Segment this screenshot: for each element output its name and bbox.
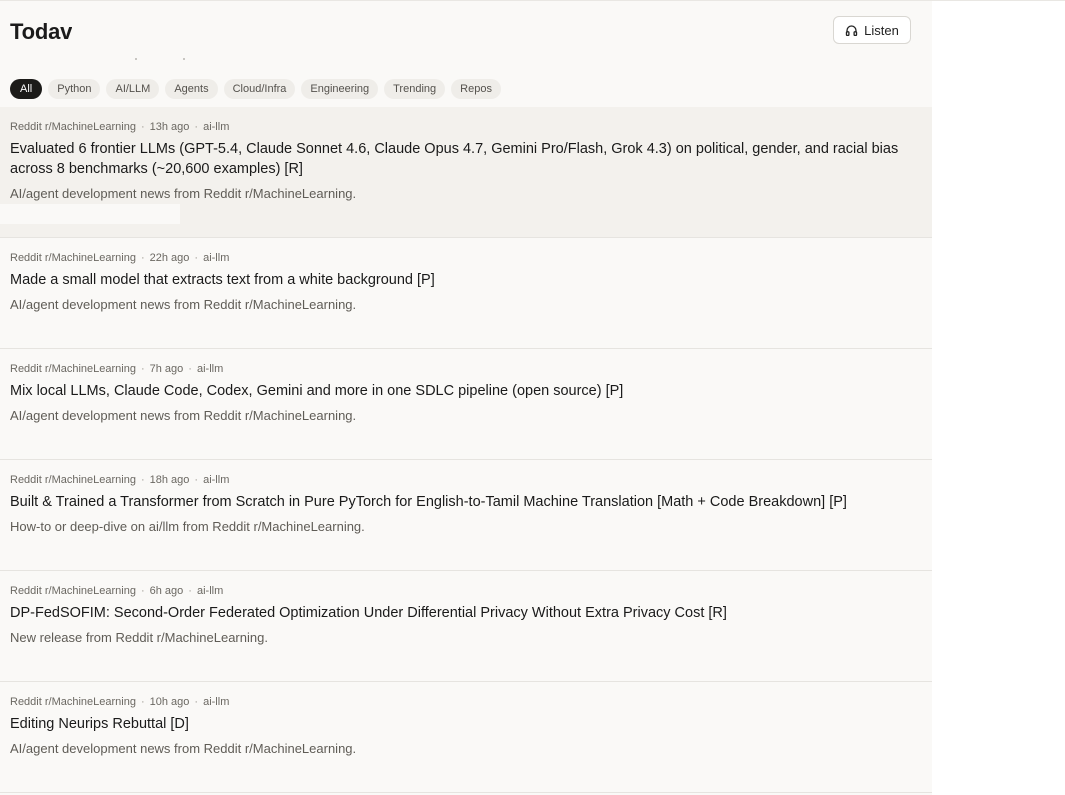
item-description: How-to or deep-dive on ai/llm from Reddi… [10, 519, 365, 534]
item-title[interactable]: Evaluated 6 frontier LLMs (GPT-5.4, Clau… [10, 139, 915, 179]
item-time: 18h ago [149, 474, 190, 486]
item-time: 10h ago [149, 696, 190, 708]
item-meta: Reddit r/MachineLearning · 10h ago · ai-llm [10, 696, 229, 708]
item-source: Reddit r/MachineLearning [10, 585, 136, 597]
filter-chip-cloud-infra[interactable]: Cloud/Infra [223, 79, 296, 99]
item-source: Reddit r/MachineLearning [10, 696, 136, 708]
item-time: 13h ago [149, 121, 190, 133]
feed-item[interactable]: Reddit r/MachineLearning · 6h ago · ai-llm DP… [0, 571, 932, 682]
headphones-icon [845, 24, 858, 37]
feed-item[interactable]: Reddit r/MachineLearning · 7h ago · ai-llm Mi… [0, 349, 932, 460]
item-description: AI/agent development news from Reddit r/… [10, 297, 357, 312]
item-description: AI/agent development news from Reddit r/… [10, 741, 357, 756]
item-title[interactable]: Mix local LLMs, Claude Code, Codex, Gemi… [10, 381, 915, 401]
filter-chips: All Python AI/LLM Agents Cloud/Infra Engineer… [10, 79, 501, 99]
item-tag: ai-llm [196, 363, 224, 375]
item-tag: ai-llm [203, 252, 230, 264]
item-meta: Reddit r/MachineLearning · 22h ago · ai-llm [10, 252, 229, 264]
item-meta: Reddit r/MachineLearning · 18h ago · ai-llm [10, 474, 229, 486]
meta-separator: · [188, 363, 192, 375]
page: Todav Listen All Python AI/LLM Agents Cloud/… [0, 0, 1065, 795]
item-source: Reddit r/MachineLearning [10, 474, 136, 486]
item-description: AI/agent development news from Reddit r/… [10, 408, 357, 423]
main-content: Todav Listen All Python AI/LLM Agents Cloud/… [0, 0, 932, 795]
filter-chip-python[interactable]: Python [48, 79, 101, 99]
meta-separator: · [140, 252, 145, 264]
listen-label: Listen [864, 22, 899, 38]
meta-separator: · [194, 696, 199, 708]
filter-chip-all[interactable]: All [10, 79, 43, 99]
meta-separator: · [140, 474, 145, 486]
item-tag: ai-llm [196, 585, 224, 597]
meta-separator: · [140, 121, 145, 133]
item-description: AI/agent development news from Reddit r/… [10, 186, 357, 201]
meta-separator: · [140, 363, 145, 375]
item-title[interactable]: Made a small model that extracts text fr… [10, 270, 915, 290]
item-source: Reddit r/MachineLearning [10, 363, 136, 375]
filter-chip-agents[interactable]: Agents [165, 79, 218, 99]
meta-separator: · [194, 121, 199, 133]
item-time: 22h ago [149, 252, 190, 264]
filter-chip-repos[interactable]: Repos [451, 79, 501, 99]
item-meta: Reddit r/MachineLearning · 7h ago · ai-llm [10, 363, 223, 375]
highlight-notch [0, 204, 180, 224]
feed-item[interactable]: Reddit r/MachineLearning · 18h ago · ai-llm B… [0, 460, 932, 571]
meta-separator: · [194, 252, 199, 264]
meta-separator: · [140, 696, 145, 708]
item-meta: Reddit r/MachineLearning · 13h ago · ai-llm [10, 121, 229, 133]
filter-chip-trending[interactable]: Trending [384, 79, 446, 99]
page-title: Todav [10, 19, 73, 44]
filter-chip-ai-llm[interactable]: AI/LLM [106, 79, 160, 99]
item-tag: ai-llm [203, 696, 230, 708]
item-source: Reddit r/MachineLearning [10, 252, 136, 264]
item-title[interactable]: DP-FedSOFIM: Second-Order Federated Opti… [10, 603, 915, 623]
item-source: Reddit r/MachineLearning [10, 121, 136, 133]
item-time: 6h ago [149, 585, 184, 597]
item-tag: ai-llm [203, 474, 230, 486]
item-meta: Reddit r/MachineLearning · 6h ago · ai-llm [10, 585, 223, 597]
item-description: New release from Reddit r/MachineLearnin… [10, 630, 268, 645]
top-divider [0, 0, 1065, 1]
feed-item[interactable]: Reddit r/MachineLearning · 10h ago · ai-llm E… [0, 682, 932, 793]
filter-chip-engineering[interactable]: Engineering [301, 79, 379, 99]
news-feed: Reddit r/MachineLearning · 13h ago · ai-llm E… [0, 107, 932, 793]
meta-separator: · [194, 474, 199, 486]
feed-item[interactable]: Reddit r/MachineLearning · 22h ago · ai-llm M… [0, 238, 932, 349]
feed-item[interactable]: Reddit r/MachineLearning · 13h ago · ai-llm E… [0, 107, 932, 238]
item-tag: ai-llm [203, 121, 230, 133]
listen-button[interactable]: Listen [833, 16, 911, 44]
meta-separator: · [188, 585, 192, 597]
meta-separator: · [140, 585, 145, 597]
right-blank-area [932, 0, 1065, 795]
title-underline-dots [135, 58, 185, 64]
item-time: 7h ago [149, 363, 184, 375]
item-title[interactable]: Editing Neurips Rebuttal [D] [10, 714, 915, 734]
item-title[interactable]: Built & Trained a Transformer from Scrat… [10, 492, 915, 512]
